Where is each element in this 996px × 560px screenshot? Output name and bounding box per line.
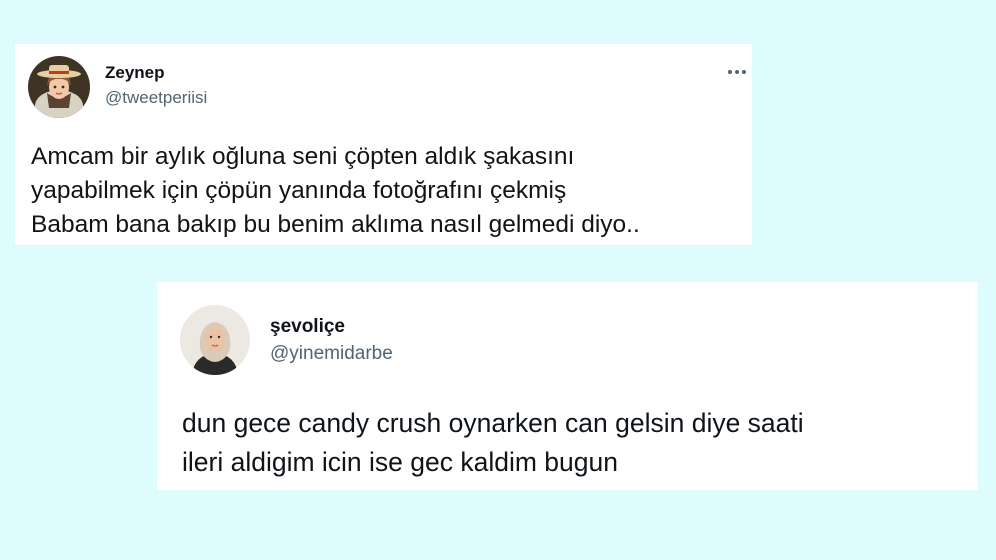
user-handle[interactable]: @yinemidarbe bbox=[270, 343, 393, 365]
tweet-card[interactable]: şevoliçe @yinemidarbe dun gece candy cru… bbox=[157, 282, 978, 490]
display-name[interactable]: şevoliçe bbox=[270, 316, 345, 338]
more-options-button[interactable] bbox=[725, 64, 749, 80]
tweet-text-line: Babam bana bakıp bu benim aklıma nasıl g… bbox=[31, 211, 640, 238]
tweet-text-line: yapabilmek için çöpün yanında fotoğrafın… bbox=[31, 177, 567, 204]
user-handle[interactable]: @tweetperiisi bbox=[105, 88, 207, 108]
more-horizontal-icon bbox=[728, 70, 746, 74]
tweet-text-line: dun gece candy crush oynarken can gelsin… bbox=[182, 408, 804, 438]
avatar[interactable] bbox=[28, 56, 90, 118]
tweet-card[interactable]: Zeynep @tweetperiisi Amcam bir aylık oğl… bbox=[15, 44, 752, 245]
display-name[interactable]: Zeynep bbox=[105, 63, 165, 83]
tweet-text-line: Amcam bir aylık oğluna seni çöpten aldık… bbox=[31, 143, 575, 170]
tweet-text: Amcam bir aylık oğluna seni çöpten aldık… bbox=[31, 140, 640, 242]
tweet-text-line: ileri aldigim icin ise gec kaldim bugun bbox=[182, 447, 618, 477]
avatar-photo bbox=[180, 305, 250, 375]
avatar[interactable] bbox=[180, 305, 250, 375]
tweet-text: dun gece candy crush oynarken can gelsin… bbox=[182, 404, 804, 482]
avatar-illustration bbox=[28, 56, 90, 118]
